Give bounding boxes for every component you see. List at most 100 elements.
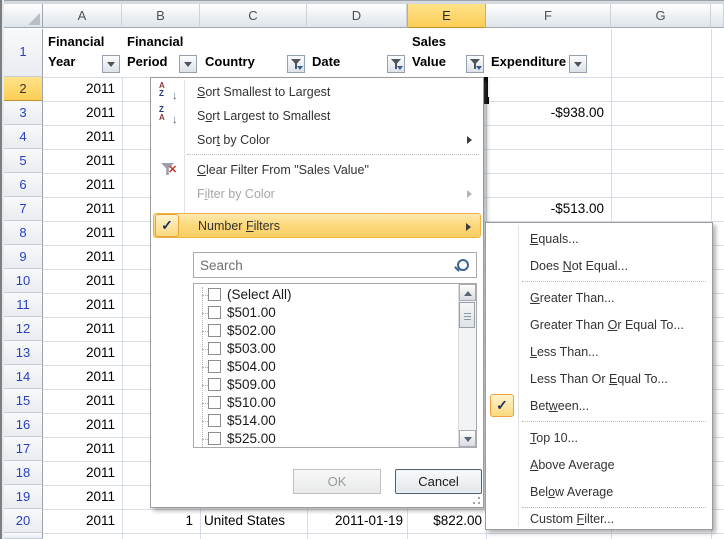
row-header-5[interactable]: 5 xyxy=(4,149,43,173)
active-filter-button[interactable] xyxy=(387,55,405,73)
row-header-14[interactable]: 14 xyxy=(4,365,43,389)
menu-item-sort-largest-to-smallest[interactable]: ZA ↓ Sort Largest to Smallest xyxy=(153,104,481,128)
row-header-3[interactable]: 3 xyxy=(4,101,43,125)
row-header-4[interactable]: 4 xyxy=(4,125,43,149)
row-header-10[interactable]: 10 xyxy=(4,269,43,293)
submenu-item-less-than[interactable]: Less Than... xyxy=(488,339,710,366)
search-box[interactable] xyxy=(193,252,477,278)
scroll-down-button[interactable] xyxy=(459,430,476,447)
submenu-item-top-10[interactable]: Top 10... xyxy=(488,425,710,452)
cell-a15[interactable]: 2011 xyxy=(43,389,122,413)
dropdown-filter-button[interactable] xyxy=(102,55,120,73)
header-cell-sales-value[interactable]: Sales Value xyxy=(407,29,486,77)
submenu-item-above-average[interactable]: Above Average xyxy=(488,452,710,479)
cell-a3[interactable]: 2011 xyxy=(43,101,122,125)
row-header-7[interactable]: 7 xyxy=(4,197,43,221)
search-icon[interactable] xyxy=(457,259,469,271)
cell-a2[interactable]: 2011 xyxy=(43,77,122,101)
row-header-15[interactable]: 15 xyxy=(4,389,43,413)
menu-item-sort-smallest-to-largest[interactable]: AZ ↓ Sort Smallest to Largest xyxy=(153,80,481,104)
checkbox-icon[interactable] xyxy=(208,342,221,355)
submenu-item-custom-filter[interactable]: Custom Filter... xyxy=(488,506,710,533)
menu-item-clear-filter[interactable]: ✕ Clear Filter From "Sales Value" xyxy=(153,158,481,182)
header-cell-expenditure[interactable]: Expenditure xyxy=(486,29,611,77)
cell-a17[interactable]: 2011 xyxy=(43,437,122,461)
header-cell-date[interactable]: Date xyxy=(307,29,407,77)
filter-option[interactable]: $502.00 xyxy=(194,322,454,340)
active-filter-button-sales-value[interactable] xyxy=(466,55,484,73)
submenu-item-does-not-equal[interactable]: Does Not Equal... xyxy=(488,253,710,280)
cell-b20[interactable]: 1 xyxy=(122,509,200,533)
resize-grip[interactable] xyxy=(472,496,481,505)
cell-a16[interactable]: 2011 xyxy=(43,413,122,437)
filter-option[interactable]: $504.00 xyxy=(194,358,454,376)
filter-option[interactable]: $510.00 xyxy=(194,394,454,412)
cell-f3[interactable]: -$938.00 xyxy=(486,101,611,125)
checkbox-icon[interactable] xyxy=(208,396,221,409)
filter-option[interactable]: $509.00 xyxy=(194,376,454,394)
header-cell-financial-period[interactable]: Financial Period xyxy=(122,29,200,77)
submenu-item-between[interactable]: Between... xyxy=(488,393,710,420)
dropdown-filter-button[interactable] xyxy=(179,55,197,73)
row-header-17[interactable]: 17 xyxy=(4,437,43,461)
row-header-1[interactable]: 1 xyxy=(4,29,43,77)
column-header-partial[interactable] xyxy=(711,4,724,28)
cell-f7[interactable]: -$513.00 xyxy=(486,197,611,221)
row-header-18[interactable]: 18 xyxy=(4,461,43,485)
row-header-20[interactable]: 20 xyxy=(4,509,43,533)
column-header-b[interactable]: B xyxy=(122,4,200,28)
menu-item-filter-by-color[interactable]: Filter by Color xyxy=(153,182,481,206)
checkbox-icon[interactable] xyxy=(208,306,221,319)
dropdown-filter-button[interactable] xyxy=(569,55,587,73)
header-cell-country[interactable]: Country xyxy=(200,29,307,77)
filter-option-select-all[interactable]: (Select All) xyxy=(194,286,454,304)
scrollbar-thumb[interactable] xyxy=(459,302,475,328)
checkbox-icon[interactable] xyxy=(208,414,221,427)
column-header-f[interactable]: F xyxy=(486,4,611,28)
menu-item-sort-by-color[interactable]: Sort by Color xyxy=(153,128,481,152)
column-header-d[interactable]: D xyxy=(307,4,407,28)
cell-a20[interactable]: 2011 xyxy=(43,509,122,533)
cancel-button[interactable]: Cancel xyxy=(395,469,482,494)
list-scrollbar[interactable] xyxy=(458,284,476,447)
submenu-item-greater-than[interactable]: Greater Than... xyxy=(488,285,710,312)
cell-a4[interactable]: 2011 xyxy=(43,125,122,149)
active-filter-button[interactable] xyxy=(287,55,305,73)
search-input[interactable] xyxy=(194,253,455,277)
column-header-a[interactable]: A xyxy=(43,4,122,28)
column-header-g[interactable]: G xyxy=(611,4,711,28)
cell-e20[interactable]: $822.00 xyxy=(407,509,486,533)
cell-a10[interactable]: 2011 xyxy=(43,269,122,293)
cell-a7[interactable]: 2011 xyxy=(43,197,122,221)
filter-option[interactable]: $501.00 xyxy=(194,304,454,322)
submenu-item-below-average[interactable]: Below Average xyxy=(488,479,710,506)
cell-a8[interactable]: 2011 xyxy=(43,221,122,245)
submenu-item-greater-than-or-equal[interactable]: Greater Than Or Equal To... xyxy=(488,312,710,339)
cell-a5[interactable]: 2011 xyxy=(43,149,122,173)
filter-option[interactable]: $503.00 xyxy=(194,340,454,358)
row-header-12[interactable]: 12 xyxy=(4,317,43,341)
cell-a19[interactable]: 2011 xyxy=(43,485,122,509)
checkbox-icon[interactable] xyxy=(208,360,221,373)
column-header-e-selected[interactable]: E xyxy=(407,4,486,28)
row-header-11[interactable]: 11 xyxy=(4,293,43,317)
cell-d20[interactable]: 2011-01-19 xyxy=(307,509,407,533)
header-cell-financial-year[interactable]: Financial Year xyxy=(43,29,122,77)
filter-option[interactable]: $514.00 xyxy=(194,412,454,430)
select-all-corner[interactable] xyxy=(4,4,43,28)
row-header-19[interactable]: 19 xyxy=(4,485,43,509)
row-header-9[interactable]: 9 xyxy=(4,245,43,269)
row-header-2-selected[interactable]: 2 xyxy=(4,77,43,101)
cell-a6[interactable]: 2011 xyxy=(43,173,122,197)
cell-a9[interactable]: 2011 xyxy=(43,245,122,269)
checkbox-icon[interactable] xyxy=(208,324,221,337)
cell-a13[interactable]: 2011 xyxy=(43,341,122,365)
filter-option[interactable]: $525.00 xyxy=(194,430,454,448)
row-header-13[interactable]: 13 xyxy=(4,341,43,365)
row-header-16[interactable]: 16 xyxy=(4,413,43,437)
submenu-item-equals[interactable]: Equals... xyxy=(488,226,710,253)
row-header-21-partial[interactable] xyxy=(4,533,43,539)
row-header-8[interactable]: 8 xyxy=(4,221,43,245)
checkbox-icon[interactable] xyxy=(208,288,221,301)
cell-a18[interactable]: 2011 xyxy=(43,461,122,485)
